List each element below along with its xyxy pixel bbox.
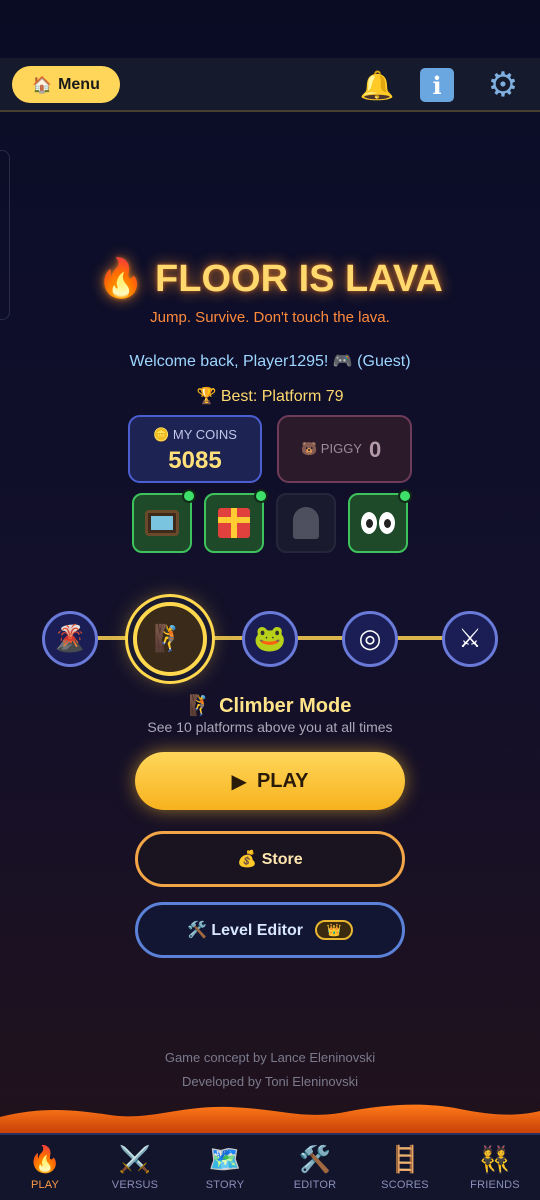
target-icon: ◎ xyxy=(358,624,382,654)
mode-target[interactable]: ◎ xyxy=(342,611,398,667)
nav-editor[interactable]: 🛠️ EDITOR xyxy=(270,1135,360,1200)
selected-mode-name: 🧗 Climber Mode xyxy=(188,695,352,717)
info-icon[interactable]: i xyxy=(420,68,454,102)
lava-waves xyxy=(0,1104,540,1135)
credit-developer: Developed by Toni Eleninovski xyxy=(181,1074,359,1089)
swords-icon: ⚔ xyxy=(458,624,482,654)
mode-volcano[interactable]: 🌋 xyxy=(42,611,98,667)
ladder-icon: 🪜 xyxy=(388,1144,422,1175)
menu-label: Menu xyxy=(58,75,100,93)
powerup-tombstone[interactable] xyxy=(276,493,336,553)
page-title: 🔥 FLOOR IS LAVA xyxy=(97,256,443,300)
nav-play[interactable]: 🔥 PLAY xyxy=(0,1135,90,1200)
coins-value: 5085 xyxy=(168,447,222,474)
volcano-icon: 🌋 xyxy=(53,624,87,654)
mode-frog[interactable]: 🐸 xyxy=(242,611,298,667)
mode-swords[interactable]: ⚔ xyxy=(442,611,498,667)
coins-card[interactable]: 🪙 MY COINS 5085 xyxy=(128,415,262,483)
eyes-icon xyxy=(361,512,395,534)
active-indicator xyxy=(182,489,196,503)
credit-concept: Game concept by Lance Eleninovski xyxy=(164,1050,376,1065)
play-button[interactable]: ▶ PLAY xyxy=(135,752,405,810)
frog-icon: 🐸 xyxy=(253,624,287,654)
mode-climber[interactable]: 🧗 xyxy=(133,602,207,676)
people-icon: 👯 xyxy=(478,1144,512,1175)
powerup-tv[interactable] xyxy=(132,489,196,553)
tv-icon xyxy=(145,510,179,536)
nav-friends[interactable]: 👯 FRIENDS xyxy=(450,1135,540,1200)
welcome-text: Welcome back, Player1295! 🎮 (Guest) xyxy=(129,353,411,370)
coins-label: 🪙 MY COINS xyxy=(153,427,237,442)
swords-icon: ⚔️ xyxy=(118,1144,152,1175)
house-icon: 🏠 xyxy=(32,75,53,94)
level-editor-button[interactable]: 🛠️ Level Editor 👑 xyxy=(135,902,405,958)
active-indicator xyxy=(254,489,268,503)
nav-versus[interactable]: ⚔️ VERSUS xyxy=(90,1135,180,1200)
map-icon: 🗺️ xyxy=(208,1144,242,1175)
climber-icon: 🧗 xyxy=(153,624,187,654)
menu-button[interactable]: 🏠 Menu xyxy=(12,66,120,103)
tools-icon: 🛠️ xyxy=(298,1144,332,1175)
play-triangle-icon: ▶ xyxy=(231,770,247,793)
piggy-label: 🐻 PIGGY xyxy=(301,441,362,456)
crown-icon: 👑 xyxy=(314,920,353,940)
tagline: Jump. Survive. Don't touch the lava. xyxy=(150,309,390,326)
store-label: 💰 Store xyxy=(237,851,303,868)
powerup-eyes[interactable] xyxy=(348,489,412,553)
tombstone-icon xyxy=(293,507,319,539)
bottom-nav: 🔥 PLAY ⚔️ VERSUS 🗺️ STORY 🛠️ EDITOR 🪜 SC… xyxy=(0,1133,540,1200)
powerup-gift[interactable] xyxy=(204,489,268,553)
play-label: PLAY xyxy=(256,769,309,792)
piggy-value: 0 xyxy=(369,437,382,462)
gift-icon xyxy=(218,508,250,538)
piggy-bank-card[interactable]: 🐻 PIGGY 0 xyxy=(277,415,412,483)
level-editor-label: 🛠️ Level Editor xyxy=(187,922,303,939)
nav-scores[interactable]: 🪜 SCORES xyxy=(360,1135,450,1200)
gear-icon[interactable]: ⚙ xyxy=(484,65,522,105)
fire-icon: 🔥 xyxy=(28,1144,62,1175)
top-bar: 🏠 Menu 🔔 i ⚙ xyxy=(0,58,540,112)
fire-icon: 🔥 xyxy=(97,256,145,300)
active-indicator xyxy=(398,489,412,503)
store-button[interactable]: 💰 Store xyxy=(135,831,405,887)
bell-icon[interactable]: 🔔 xyxy=(358,66,396,104)
nav-story[interactable]: 🗺️ STORY xyxy=(180,1135,270,1200)
best-score: 🏆 Best: Platform 79 xyxy=(196,388,344,405)
selected-mode-description: See 10 platforms above you at all times xyxy=(147,719,393,735)
